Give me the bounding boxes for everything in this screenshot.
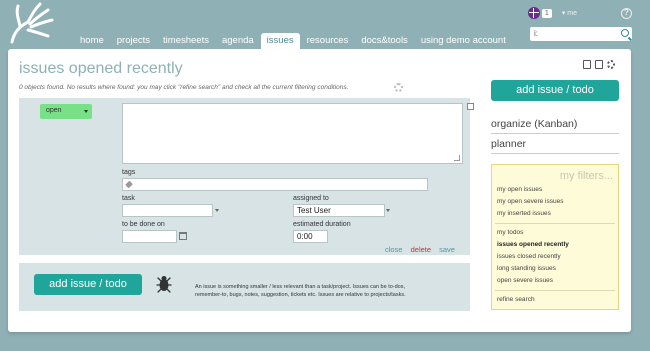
gear-icon[interactable] bbox=[607, 60, 615, 69]
tab-timesheets[interactable]: timesheets bbox=[157, 33, 215, 49]
page-title: issues opened recently bbox=[19, 60, 183, 77]
assigned-select[interactable]: Test User bbox=[293, 204, 385, 217]
tab-projects[interactable]: projects bbox=[111, 33, 156, 49]
language-flag-icon[interactable] bbox=[527, 7, 540, 19]
filter-item[interactable]: my inserted issues bbox=[497, 210, 551, 217]
calendar-icon[interactable] bbox=[179, 232, 187, 240]
add-issue-button-top[interactable]: add issue / todo bbox=[491, 80, 619, 101]
divider bbox=[495, 223, 615, 224]
my-filters-box: my filters... my open issues my open sev… bbox=[491, 164, 619, 310]
search-value: i: bbox=[534, 29, 538, 38]
due-date-label: to be done on bbox=[122, 221, 165, 228]
select-checkbox[interactable] bbox=[467, 103, 474, 110]
divider bbox=[491, 133, 619, 134]
filter-item[interactable]: long standing issues bbox=[497, 265, 556, 272]
chevron-down-icon bbox=[84, 110, 88, 113]
print-icon[interactable] bbox=[595, 60, 603, 69]
filter-item-active[interactable]: issues opened recently bbox=[497, 241, 569, 248]
add-issue-button[interactable]: add issue / todo bbox=[34, 274, 142, 295]
document-icon[interactable] bbox=[583, 60, 591, 69]
due-date-input[interactable] bbox=[122, 230, 177, 243]
tab-agenda[interactable]: agenda bbox=[216, 33, 260, 49]
info-box: add issue / todo An issue is something s… bbox=[19, 263, 470, 311]
results-message: 0 objects found. No results where found:… bbox=[19, 84, 349, 91]
chevron-down-icon bbox=[215, 209, 219, 212]
main-panel: issues opened recently 0 objects found. … bbox=[8, 49, 631, 332]
tab-docs-tools[interactable]: docs&tools bbox=[355, 33, 413, 49]
tab-issues[interactable]: issues bbox=[260, 33, 300, 50]
info-text: An issue is something smaller / less rel… bbox=[195, 284, 406, 298]
tags-input[interactable] bbox=[122, 178, 428, 191]
filter-item[interactable]: issues closed recently bbox=[497, 253, 561, 260]
notification-badge[interactable]: 1 bbox=[541, 8, 552, 18]
estimated-duration-label: estimated duration bbox=[293, 221, 351, 228]
settings-gear-icon[interactable] bbox=[394, 83, 403, 92]
tab-demo-account[interactable]: using demo account bbox=[415, 33, 512, 49]
task-select[interactable] bbox=[122, 204, 213, 217]
filter-item[interactable]: my todos bbox=[497, 229, 523, 236]
search-icon[interactable] bbox=[621, 29, 629, 37]
bug-icon bbox=[156, 276, 172, 293]
filters-title: my filters... bbox=[559, 170, 613, 182]
assigned-label: assigned to bbox=[293, 195, 329, 202]
tab-resources[interactable]: resources bbox=[301, 33, 355, 49]
issue-form: open tags task assigned to Test User blo… bbox=[19, 98, 474, 289]
organize-kanban-link[interactable]: organize (Kanban) bbox=[491, 118, 577, 130]
tab-home[interactable]: home bbox=[74, 33, 110, 49]
tag-icon bbox=[125, 180, 133, 189]
divider bbox=[495, 290, 615, 291]
hand-logo-icon[interactable] bbox=[6, 2, 58, 44]
page-tools bbox=[583, 60, 615, 69]
filter-item[interactable]: open severe issues bbox=[497, 277, 553, 284]
tags-label: tags bbox=[122, 169, 136, 176]
divider bbox=[491, 153, 619, 154]
status-value: open bbox=[46, 107, 62, 114]
close-link[interactable]: close bbox=[385, 245, 403, 254]
delete-link[interactable]: delete bbox=[411, 245, 431, 254]
main-nav: home projects timesheets agenda issues r… bbox=[74, 33, 513, 50]
description-textarea[interactable] bbox=[122, 103, 463, 164]
task-label: task bbox=[122, 195, 135, 202]
filter-item[interactable]: my open severe issues bbox=[497, 198, 563, 205]
chevron-down-icon bbox=[386, 209, 390, 212]
status-select[interactable]: open bbox=[40, 104, 92, 119]
save-link[interactable]: save bbox=[439, 245, 455, 254]
help-icon[interactable]: ? bbox=[621, 7, 632, 19]
search-input[interactable]: i: bbox=[530, 27, 632, 41]
top-right-bar: 1 ▾ me ? bbox=[527, 6, 632, 20]
refine-search-link[interactable]: refine search bbox=[497, 296, 535, 303]
estimated-duration-input[interactable]: 0:00 bbox=[293, 230, 328, 243]
planner-link[interactable]: planner bbox=[491, 138, 526, 150]
form-actions: close delete save bbox=[385, 245, 461, 254]
user-menu[interactable]: ▾ me bbox=[562, 9, 577, 17]
filter-item[interactable]: my open issues bbox=[497, 186, 542, 193]
